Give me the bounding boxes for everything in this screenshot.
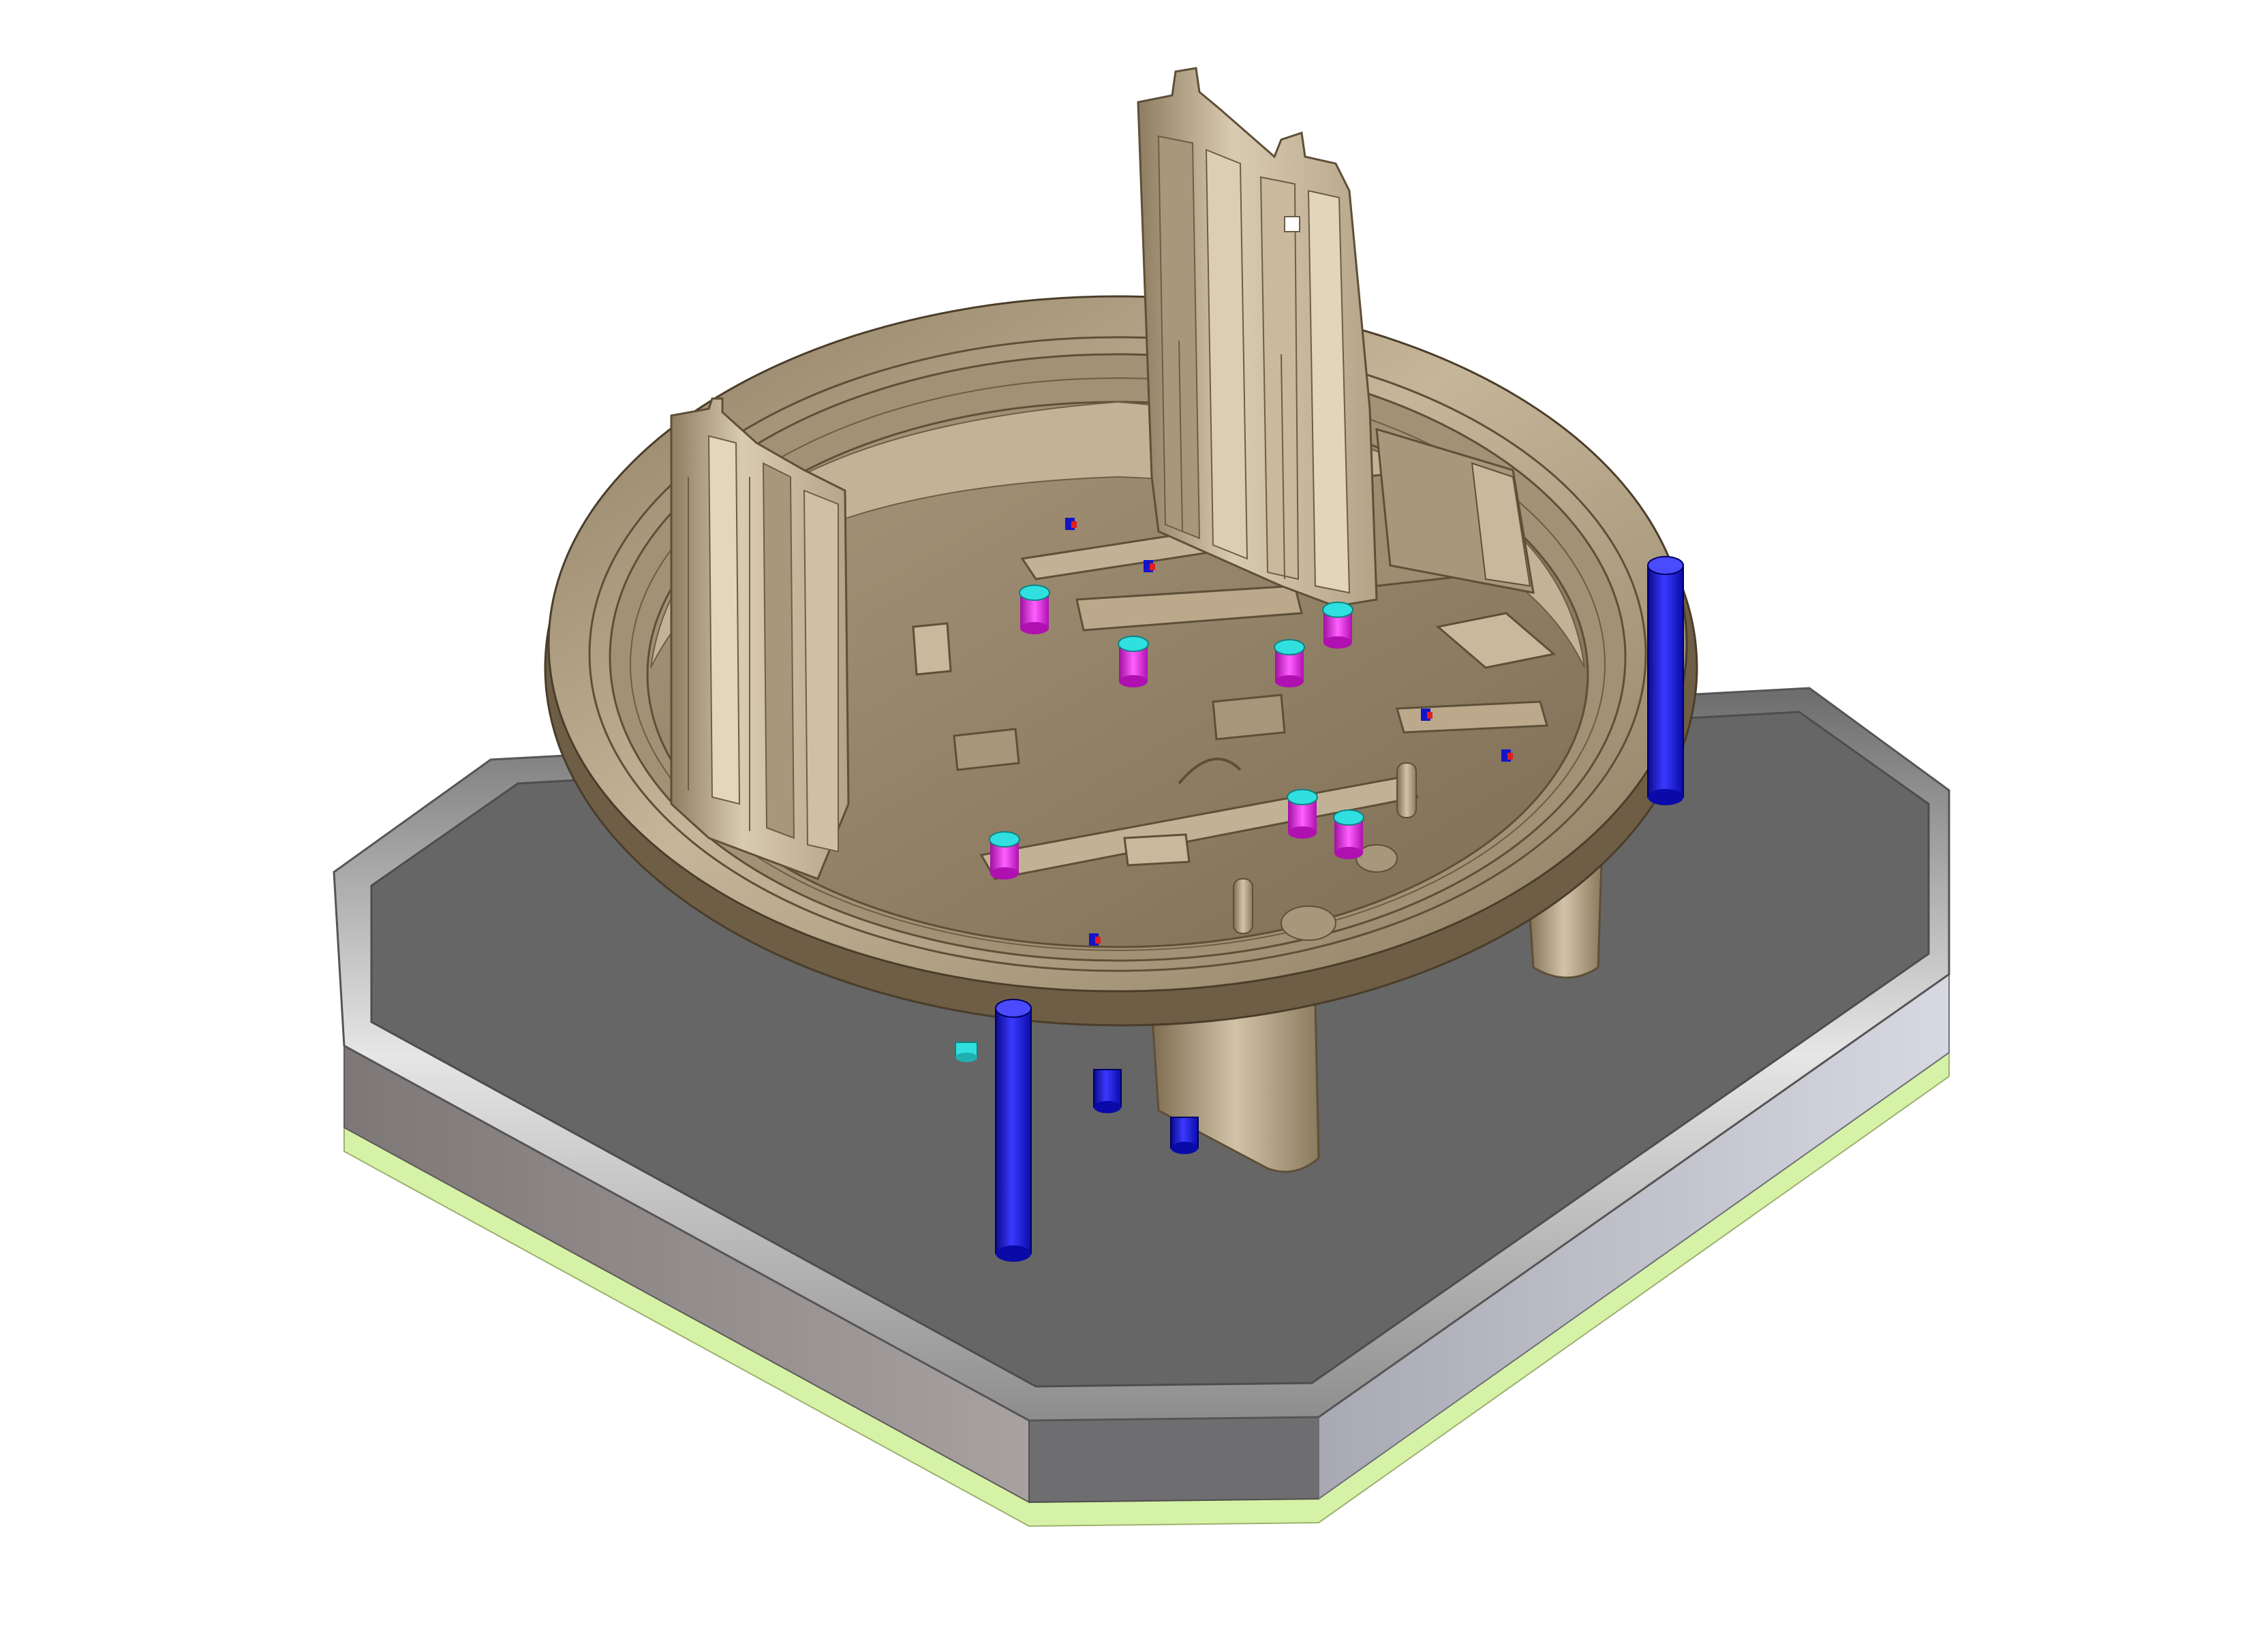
post <box>1233 878 1253 934</box>
cad-3d-viewport[interactable] <box>0 0 2268 1631</box>
boss-block <box>1123 833 1191 867</box>
guide-pin-right <box>1647 556 1684 805</box>
tall-wall-right <box>1137 67 1378 608</box>
boss-block <box>912 622 952 676</box>
boss-block <box>1212 694 1286 741</box>
guide-pin-short <box>1093 1069 1122 1113</box>
round-boss <box>1281 905 1336 941</box>
ejector-pin <box>1287 789 1318 839</box>
base-side-front <box>1028 1416 1319 1504</box>
guide-pin-short <box>1170 1117 1199 1154</box>
wall-window <box>1284 216 1300 232</box>
ejector-pin <box>989 831 1020 880</box>
ejector-pin <box>1333 809 1364 859</box>
guide-pin-front-left <box>995 999 1032 1262</box>
cad-mold-3d-view-icon <box>333 67 1950 1527</box>
ejector-pin <box>1274 639 1305 687</box>
boss-block <box>953 728 1020 771</box>
ejector-pin <box>1118 636 1149 687</box>
ejector-pin <box>1322 602 1353 649</box>
cyan-pin <box>955 1042 978 1062</box>
post <box>1396 762 1417 818</box>
ejector-pin <box>1019 585 1050 634</box>
